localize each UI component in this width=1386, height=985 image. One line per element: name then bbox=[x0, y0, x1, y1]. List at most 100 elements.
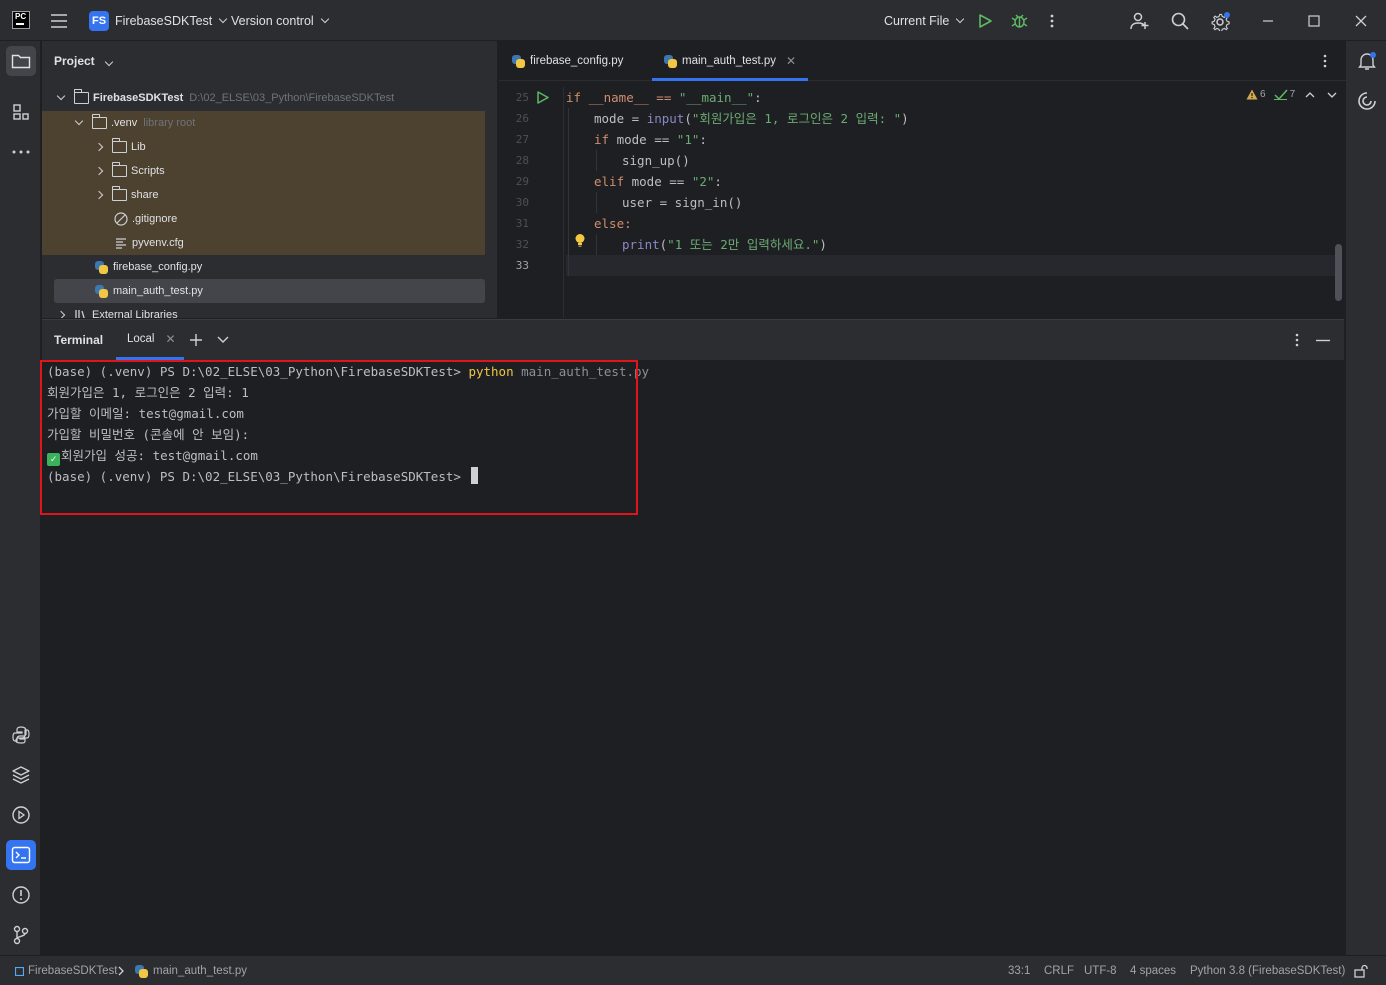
hide-panel-icon[interactable] bbox=[1316, 339, 1330, 342]
chevron-down-icon bbox=[104, 57, 114, 67]
bug-icon bbox=[1011, 14, 1028, 28]
chevron-right-icon bbox=[94, 166, 104, 176]
terminal-header: Terminal Local ✕ bbox=[42, 320, 1344, 360]
more-vertical-icon bbox=[1050, 14, 1054, 27]
tree-item-gitignore[interactable]: .gitignore bbox=[42, 207, 485, 231]
close-icon bbox=[1355, 15, 1367, 26]
file-encoding[interactable]: UTF-8 bbox=[1084, 956, 1117, 985]
plus-icon[interactable] bbox=[189, 333, 203, 347]
project-view-selector[interactable]: Project bbox=[54, 54, 114, 68]
tabs-menu-button[interactable] bbox=[1321, 41, 1329, 81]
folder-icon bbox=[74, 89, 89, 104]
maximize-icon bbox=[1308, 14, 1320, 27]
tree-item-pyvenv-cfg[interactable]: pyvenv.cfg bbox=[42, 231, 485, 255]
breadcrumb-project[interactable]: FirebaseSDKTest bbox=[15, 956, 117, 985]
tree-item-venv[interactable]: .venv library root bbox=[42, 111, 485, 135]
line-number: 28 bbox=[515, 154, 529, 167]
structure-icon bbox=[13, 104, 29, 120]
git-button[interactable] bbox=[6, 920, 36, 950]
module-icon bbox=[15, 966, 24, 976]
terminal-tool-button[interactable] bbox=[6, 840, 36, 870]
code-token: "__main__" bbox=[678, 90, 755, 105]
caret-position[interactable]: 33:1 bbox=[1008, 956, 1030, 985]
code-line-26: mode = input("회원가입은 1, 로그인은 2 입력: ") bbox=[594, 108, 909, 129]
search-icon bbox=[1171, 12, 1189, 30]
close-tab-icon[interactable]: ✕ bbox=[786, 54, 796, 68]
line-number: 30 bbox=[515, 196, 529, 209]
indent-guide bbox=[568, 108, 569, 276]
branch-icon bbox=[13, 925, 29, 945]
breadcrumb-file[interactable]: main_auth_test.py bbox=[135, 956, 247, 985]
settings-button[interactable] bbox=[1210, 0, 1232, 41]
debug-button[interactable] bbox=[1011, 0, 1028, 41]
tab-terminal-local[interactable]: Local ✕ bbox=[116, 320, 184, 360]
tree-item-lib[interactable]: Lib bbox=[42, 135, 485, 159]
tree-item-project-root[interactable]: FirebaseSDKTest D:\02_ELSE\03_Python\Fir… bbox=[42, 86, 485, 110]
tree-item-firebase-config[interactable]: firebase_config.py bbox=[42, 255, 485, 279]
breadcrumb-label: main_auth_test.py bbox=[153, 965, 247, 977]
line-separator[interactable]: CRLF bbox=[1044, 956, 1074, 985]
more-actions-button[interactable] bbox=[1047, 0, 1057, 41]
project-tool-button[interactable] bbox=[6, 46, 36, 76]
python-interpreter[interactable]: Python 3.8 (FirebaseSDKTest) bbox=[1190, 956, 1345, 985]
main-menu-button[interactable] bbox=[50, 0, 68, 41]
close-tab-icon[interactable]: ✕ bbox=[166, 332, 176, 346]
search-button[interactable] bbox=[1171, 0, 1189, 41]
highlight-annotation-box bbox=[40, 360, 638, 515]
more-vertical-icon[interactable] bbox=[1293, 333, 1301, 347]
chevron-down-icon[interactable] bbox=[217, 335, 229, 345]
services-button[interactable] bbox=[6, 800, 36, 830]
tree-label: firebase_config.py bbox=[113, 261, 203, 273]
gear-icon bbox=[1211, 11, 1230, 31]
breadcrumb-separator bbox=[117, 956, 125, 985]
lightbulb-icon[interactable] bbox=[574, 233, 586, 248]
folder-icon bbox=[112, 138, 127, 153]
project-switcher[interactable]: FS FirebaseSDKTest bbox=[89, 0, 228, 41]
run-config-selector[interactable]: Current File bbox=[884, 0, 965, 41]
tree-item-scripts[interactable]: Scripts bbox=[42, 159, 485, 183]
chevron-down-icon bbox=[956, 14, 965, 23]
hamburger-icon bbox=[51, 13, 67, 28]
code-token: mode == bbox=[609, 132, 677, 147]
minimize-button[interactable] bbox=[1262, 0, 1274, 41]
tree-item-share[interactable]: share bbox=[42, 183, 485, 207]
problems-button[interactable] bbox=[6, 880, 36, 910]
close-window-button[interactable] bbox=[1355, 0, 1367, 41]
code-token: else: bbox=[594, 216, 632, 231]
code-token: "1" bbox=[676, 132, 700, 147]
python-packages-button[interactable] bbox=[6, 760, 36, 790]
tab-firebase-config[interactable]: firebase_config.py bbox=[512, 41, 623, 81]
tree-item-external-libraries[interactable]: External Libraries bbox=[42, 303, 485, 318]
editor-scrollbar[interactable] bbox=[1335, 244, 1342, 301]
line-number-current: 33 bbox=[515, 259, 529, 272]
more-tools-button[interactable] bbox=[6, 137, 36, 167]
tree-item-main-auth-test[interactable]: main_auth_test.py bbox=[54, 279, 485, 303]
services-icon bbox=[12, 806, 30, 824]
structure-tool-button[interactable] bbox=[6, 97, 36, 127]
maximize-button[interactable] bbox=[1308, 0, 1320, 41]
python-file-icon bbox=[95, 260, 108, 274]
code-token: input bbox=[646, 111, 685, 126]
line-number: 25 bbox=[515, 91, 529, 104]
code-with-me-button[interactable] bbox=[1130, 0, 1150, 41]
editor-gutter: 25 26 27 28 29 30 31 32 33 bbox=[499, 87, 564, 318]
ai-assistant-button[interactable] bbox=[1352, 86, 1382, 116]
code-token: user = sign_in() bbox=[622, 195, 743, 210]
python-console-button[interactable] bbox=[6, 720, 36, 750]
tab-main-auth-test[interactable]: main_auth_test.py ✕ bbox=[652, 41, 809, 81]
indent-setting[interactable]: 4 spaces bbox=[1130, 956, 1176, 985]
editor-tabs: firebase_config.py main_auth_test.py ✕ bbox=[499, 41, 1346, 81]
code-token: if bbox=[594, 132, 610, 147]
notifications-button[interactable] bbox=[1352, 46, 1382, 76]
vcs-menu[interactable]: Version control bbox=[231, 0, 329, 41]
line-number: 31 bbox=[515, 217, 529, 230]
pycharm-logo[interactable]: PC bbox=[12, 11, 30, 29]
code-line-31: else: bbox=[594, 213, 632, 234]
right-tool-strip bbox=[1345, 41, 1386, 955]
read-only-toggle[interactable] bbox=[1354, 956, 1368, 985]
run-gutter-icon[interactable] bbox=[536, 91, 549, 104]
code-area[interactable]: if __name__ == "__main__": mode = input(… bbox=[566, 87, 1336, 318]
chevron-down-icon bbox=[74, 116, 84, 126]
folder-icon bbox=[92, 114, 107, 129]
run-button[interactable] bbox=[977, 0, 993, 41]
